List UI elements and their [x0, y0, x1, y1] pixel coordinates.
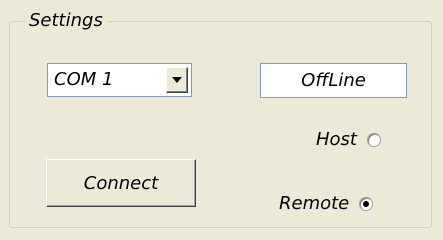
host-radio-option[interactable]: Host — [316, 129, 381, 151]
remote-radio-button[interactable] — [359, 197, 374, 211]
connection-status-field: OffLine — [260, 63, 407, 98]
settings-title: Settings — [25, 10, 107, 32]
dropdown-button[interactable] — [166, 67, 188, 93]
host-radio-button[interactable] — [366, 133, 381, 147]
remote-radio-label: Remote — [279, 193, 350, 214]
com-port-dropdown[interactable]: COM 1 — [47, 63, 192, 97]
com-port-value: COM 1 — [54, 69, 114, 90]
remote-radio-option[interactable]: Remote — [279, 193, 374, 215]
connect-button[interactable]: Connect — [46, 159, 196, 207]
chevron-down-icon — [172, 77, 182, 83]
host-radio-label: Host — [316, 129, 357, 150]
